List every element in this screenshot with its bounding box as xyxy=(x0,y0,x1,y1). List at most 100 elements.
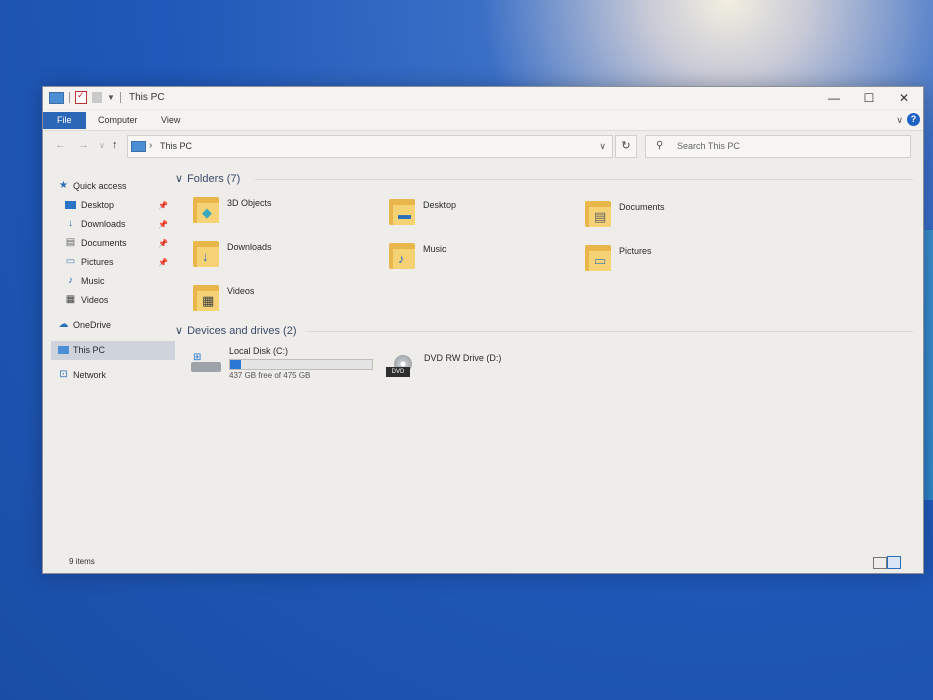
folder-label: 3D Objects xyxy=(227,198,272,208)
folder-label: Downloads xyxy=(227,242,272,252)
music-icon: ♪ xyxy=(68,275,73,286)
search-input[interactable]: ⚲ Search This PC xyxy=(645,135,911,158)
chevron-right-icon[interactable]: › xyxy=(149,140,152,151)
sidebar-item-label: Desktop xyxy=(81,200,115,210)
sidebar-item-videos[interactable]: ▦ Videos xyxy=(51,291,175,310)
sidebar-item-label: Music xyxy=(81,276,105,286)
sidebar-item-music[interactable]: ♪ Music xyxy=(51,272,175,291)
large-icons-view-button[interactable] xyxy=(887,556,901,569)
sidebar-item-onedrive[interactable]: ☁ OneDrive xyxy=(51,316,175,335)
sidebar-item-label: OneDrive xyxy=(73,320,112,330)
sidebar-item-label: This PC xyxy=(73,345,106,355)
quick-access-toolbar: ▼ xyxy=(49,90,121,104)
forward-button[interactable]: → xyxy=(78,139,89,151)
customize-toolbar-icon[interactable]: ▼ xyxy=(107,93,115,102)
address-bar[interactable]: › This PC ∨ xyxy=(127,135,613,158)
tab-view[interactable]: View xyxy=(152,112,189,129)
downloads-icon: ↓ xyxy=(68,218,73,229)
folders-group-header[interactable]: ∨ Folders (7) xyxy=(175,172,241,186)
pictures-icon: ▭ xyxy=(65,256,76,267)
folder-label: Videos xyxy=(227,286,255,296)
star-icon: ★ xyxy=(59,180,68,191)
pin-icon[interactable]: 📌 xyxy=(158,196,168,215)
pin-icon[interactable]: 📌 xyxy=(158,234,168,253)
drive-label: Local Disk (C:) xyxy=(229,346,289,356)
sidebar-item-pictures[interactable]: ▭ Pictures 📌 xyxy=(51,253,175,272)
sidebar-item-this-pc[interactable]: This PC xyxy=(51,341,175,360)
sidebar-item-desktop[interactable]: Desktop 📌 xyxy=(51,196,175,215)
pin-icon[interactable]: 📌 xyxy=(158,253,168,272)
hard-drive-icon: ⊞ xyxy=(191,352,223,372)
refresh-button[interactable]: ↻ xyxy=(615,135,637,158)
folder-label: Pictures xyxy=(619,246,652,256)
drive-free-space: 437 GB free of 475 GB xyxy=(229,371,311,380)
tab-file[interactable]: File xyxy=(43,112,86,129)
sidebar-item-label: Documents xyxy=(81,238,127,248)
sidebar-item-network[interactable]: ⊡ Network xyxy=(51,366,175,385)
minimize-button[interactable]: — xyxy=(817,90,851,106)
chevron-down-icon[interactable]: ∨ xyxy=(175,172,183,185)
properties-icon[interactable] xyxy=(75,90,87,104)
folder-downloads[interactable]: ↓ Downloads xyxy=(193,239,383,277)
chevron-down-icon[interactable]: ∨ xyxy=(599,141,606,152)
sidebar-item-label: Downloads xyxy=(81,219,126,229)
pictures-folder-icon: ▭ xyxy=(585,243,613,273)
close-button[interactable]: ✕ xyxy=(887,90,921,106)
folder-label: Music xyxy=(423,244,447,254)
back-button[interactable]: ← xyxy=(55,139,66,151)
search-icon: ⚲ xyxy=(656,140,664,151)
drive-usage-bar xyxy=(229,359,373,370)
dvd-drive-icon-text: DVD xyxy=(386,367,410,377)
sidebar-item-quick-access[interactable]: ★ Quick access xyxy=(51,177,175,196)
sidebar-item-label: Quick access xyxy=(73,181,127,191)
folder-label: Documents xyxy=(619,202,665,212)
chevron-down-icon[interactable]: ∨ xyxy=(175,324,183,337)
folder-documents[interactable]: ▤ Documents xyxy=(585,199,775,237)
group-title: Devices and drives (2) xyxy=(187,324,297,337)
sidebar-item-downloads[interactable]: ↓ Downloads 📌 xyxy=(51,215,175,234)
new-folder-icon[interactable] xyxy=(92,92,102,103)
videos-icon: ▦ xyxy=(65,294,76,305)
this-pc-icon xyxy=(58,346,69,354)
music-folder-icon: ♪ xyxy=(389,241,417,271)
folder-desktop[interactable]: ▬ Desktop xyxy=(389,197,579,235)
dvd-drive-icon: DVD xyxy=(386,355,418,379)
window-title: This PC xyxy=(129,92,165,103)
file-explorer-window: ▼ This PC — ☐ ✕ File Computer View ∨ ? ←… xyxy=(42,86,924,574)
videos-folder-icon: ▦ xyxy=(193,283,221,313)
downloads-folder-icon: ↓ xyxy=(193,239,221,269)
up-button[interactable]: ↑ xyxy=(112,139,118,151)
drive-dvd-rw-d[interactable]: DVD DVD RW Drive (D:) xyxy=(386,353,576,393)
expand-ribbon-icon[interactable]: ∨ xyxy=(896,115,903,126)
group-divider xyxy=(305,331,913,332)
title-bar: ▼ This PC — ☐ ✕ xyxy=(43,87,923,109)
drive-local-disk-c[interactable]: ⊞ Local Disk (C:) 437 GB free of 475 GB xyxy=(191,346,381,386)
desktop-icon xyxy=(65,201,76,209)
folder-videos[interactable]: ▦ Videos xyxy=(193,283,383,321)
toolbar-separator xyxy=(69,92,70,103)
folder-3d-objects[interactable]: ◆ 3D Objects xyxy=(193,195,383,233)
folder-label: Desktop xyxy=(423,200,457,210)
pin-icon[interactable]: 📌 xyxy=(158,215,168,234)
tab-computer[interactable]: Computer xyxy=(89,112,147,129)
sidebar-item-label: Videos xyxy=(81,295,109,305)
address-path[interactable]: This PC xyxy=(160,141,192,151)
maximize-button[interactable]: ☐ xyxy=(852,90,886,106)
help-icon[interactable]: ? xyxy=(907,113,920,126)
status-bar: 9 items xyxy=(43,551,923,573)
search-placeholder: Search This PC xyxy=(677,141,740,151)
devices-group-header[interactable]: ∨ Devices and drives (2) xyxy=(175,324,297,338)
navigation-pane: ★ Quick access Desktop 📌 ↓ Downloads 📌 ▤… xyxy=(51,177,175,385)
recent-locations-button[interactable]: ∨ xyxy=(99,141,105,150)
ribbon-tabs: File Computer View ∨ ? xyxy=(43,110,923,131)
sidebar-item-documents[interactable]: ▤ Documents 📌 xyxy=(51,234,175,253)
documents-folder-icon: ▤ xyxy=(585,199,613,229)
folder-pictures[interactable]: ▭ Pictures xyxy=(585,243,775,281)
3d-objects-folder-icon: ◆ xyxy=(193,195,221,225)
this-pc-icon xyxy=(49,91,64,104)
sidebar-item-label: Network xyxy=(73,370,107,380)
folder-music[interactable]: ♪ Music xyxy=(389,241,579,279)
details-view-button[interactable] xyxy=(873,557,887,569)
group-title: Folders (7) xyxy=(187,172,241,185)
cloud-icon: ☁ xyxy=(58,319,69,330)
